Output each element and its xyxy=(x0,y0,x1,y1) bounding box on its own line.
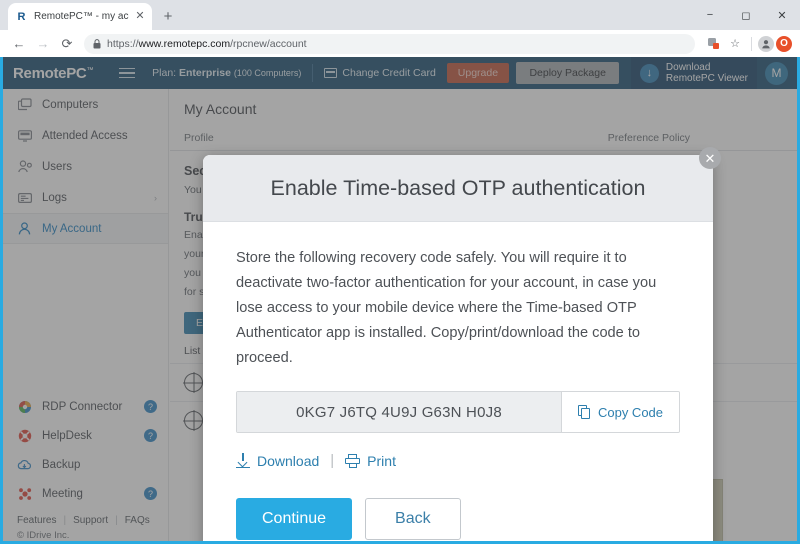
print-code-button[interactable]: Print xyxy=(345,453,396,469)
browser-tab-title: RemotePC™ - my account inform xyxy=(34,11,129,22)
modal-description: Store the following recovery code safely… xyxy=(236,246,680,371)
close-icon[interactable]: ✕ xyxy=(699,147,721,169)
profile-avatar-icon[interactable] xyxy=(758,36,774,52)
back-button[interactable]: Back xyxy=(365,498,461,540)
reload-icon[interactable]: ⟳ xyxy=(56,33,78,55)
download-label: Download xyxy=(257,453,319,469)
copy-code-label: Copy Code xyxy=(598,405,663,420)
address-bar[interactable]: https://www.remotepc.com/rpcnew/account xyxy=(84,34,695,54)
url-text: https://www.remotepc.com/rpcnew/account xyxy=(107,38,307,50)
extensions-icon[interactable] xyxy=(703,34,723,54)
url-path: /rpcnew/account xyxy=(230,38,306,50)
print-label: Print xyxy=(367,453,396,469)
code-actions: Download | Print xyxy=(236,452,680,469)
browser-toolbar: ← → ⟳ https://www.remotepc.com/rpcnew/ac… xyxy=(0,30,800,57)
remotepc-favicon: R xyxy=(14,9,29,24)
continue-button[interactable]: Continue xyxy=(236,498,352,540)
action-divider: | xyxy=(330,452,334,469)
browser-menu-icon[interactable]: O xyxy=(776,36,792,52)
copy-icon xyxy=(578,405,591,419)
url-host: www.remotepc.com xyxy=(139,38,231,50)
close-window-button[interactable]: ✕ xyxy=(764,0,800,30)
new-tab-button[interactable]: + xyxy=(158,7,178,27)
toolbar-divider xyxy=(751,37,752,51)
forward-icon[interactable]: → xyxy=(32,33,54,55)
download-icon xyxy=(236,453,250,468)
browser-tab[interactable]: R RemotePC™ - my account inform ✕ xyxy=(8,3,152,30)
modal-body: Store the following recovery code safely… xyxy=(203,222,713,541)
browser-tab-bar: R RemotePC™ - my account inform ✕ + − ◻ … xyxy=(0,0,800,30)
close-tab-icon[interactable]: ✕ xyxy=(134,11,146,22)
modal-header: Enable Time-based OTP authentication ✕ xyxy=(203,155,713,222)
window-controls: − ◻ ✕ xyxy=(690,0,800,30)
copy-code-button[interactable]: Copy Code xyxy=(561,392,679,432)
modal-title: Enable Time-based OTP authentication xyxy=(271,176,646,201)
recovery-code-field[interactable]: 0KG7 J6TQ 4U9J G63N H0J8 xyxy=(237,392,561,432)
download-code-button[interactable]: Download xyxy=(236,453,319,469)
maximize-button[interactable]: ◻ xyxy=(728,0,764,30)
browser-window: R RemotePC™ - my account inform ✕ + − ◻ … xyxy=(0,0,800,544)
bookmark-star-icon[interactable]: ☆ xyxy=(725,34,745,54)
lock-icon xyxy=(93,39,101,49)
back-icon[interactable]: ← xyxy=(8,33,30,55)
otp-modal: Enable Time-based OTP authentication ✕ S… xyxy=(203,155,713,541)
page-viewport: RemotePC™ Plan: Enterprise (100 Computer… xyxy=(3,57,797,541)
modal-buttons: Continue Back xyxy=(236,498,680,541)
url-scheme: https:// xyxy=(107,38,139,50)
printer-icon xyxy=(345,454,360,468)
recovery-code-row: 0KG7 J6TQ 4U9J G63N H0J8 Copy Code xyxy=(236,391,680,433)
minimize-button[interactable]: − xyxy=(692,0,728,30)
